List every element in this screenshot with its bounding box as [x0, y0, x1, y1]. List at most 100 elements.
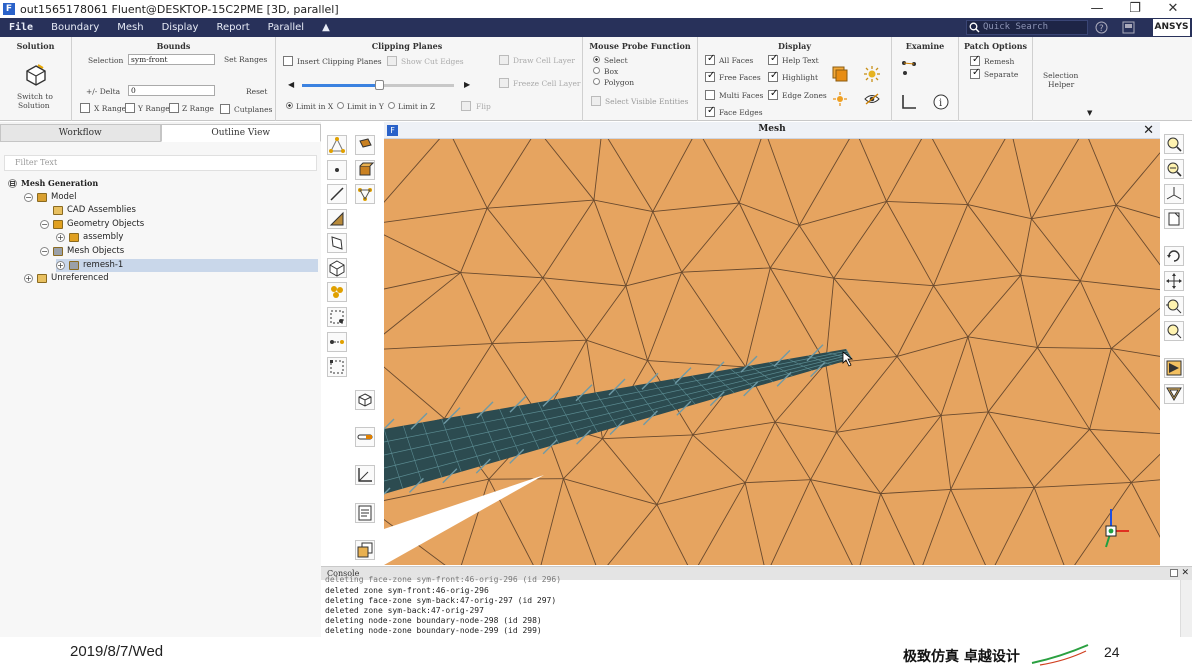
- pan-tool[interactable]: [1164, 271, 1184, 291]
- switch-to-solution-label2[interactable]: Solution: [18, 101, 50, 110]
- probe-polygon-radio[interactable]: [593, 78, 600, 85]
- switch-to-solution-label[interactable]: Switch to: [17, 92, 53, 101]
- ribbon-expand-icon[interactable]: ▼: [1087, 109, 1092, 117]
- select-network-tool[interactable]: [355, 184, 375, 204]
- restore-button[interactable]: ❐: [1116, 0, 1154, 18]
- mesh-canvas[interactable]: [384, 139, 1160, 565]
- tree-node[interactable]: ⊟ Mesh Generation: [8, 177, 318, 190]
- measure-angle-icon[interactable]: [900, 93, 918, 111]
- select-cluster-tool[interactable]: [327, 282, 347, 302]
- tree-node[interactable]: − Mesh Objects: [40, 245, 318, 258]
- expand-toggle-icon[interactable]: +: [56, 233, 65, 243]
- minimize-button[interactable]: —: [1078, 0, 1116, 18]
- limit-x-radio[interactable]: [286, 102, 293, 109]
- tab-outline-view[interactable]: Outline View: [160, 124, 321, 142]
- insert-clipping-checkbox[interactable]: [283, 56, 293, 66]
- console-scrollbar[interactable]: [1180, 580, 1192, 638]
- tree-node[interactable]: + Unreferenced: [24, 272, 318, 285]
- layout-icon[interactable]: [1122, 21, 1135, 34]
- select-object-tool[interactable]: [355, 135, 375, 155]
- select-zone-tool[interactable]: [327, 233, 347, 253]
- select-body-tool[interactable]: [355, 160, 375, 180]
- view-iso-tool[interactable]: [355, 390, 375, 410]
- selection-input[interactable]: sym-front: [128, 54, 215, 65]
- switch-to-solution-icon[interactable]: [24, 63, 48, 87]
- visibility-eye-icon[interactable]: [863, 90, 881, 108]
- expand-toggle-icon[interactable]: −: [40, 247, 49, 256]
- cutplanes-checkbox[interactable]: [220, 104, 230, 114]
- menu-report[interactable]: Report: [207, 22, 258, 33]
- zoom-box-tool[interactable]: [1164, 296, 1184, 316]
- expand-toggle-icon[interactable]: −: [24, 192, 33, 202]
- y-range-checkbox[interactable]: [125, 103, 135, 113]
- tree-node[interactable]: CAD Assemblies: [40, 204, 318, 217]
- edge-zones-checkbox[interactable]: [768, 88, 778, 100]
- select-cell-tool[interactable]: [327, 258, 347, 278]
- expand-toggle-icon[interactable]: +: [56, 260, 65, 270]
- limit-y-radio[interactable]: [337, 102, 344, 109]
- z-range-checkbox[interactable]: [169, 103, 179, 113]
- menu-display[interactable]: Display: [153, 22, 208, 33]
- set-ranges-button[interactable]: Set Ranges: [224, 55, 267, 64]
- select-box-tool[interactable]: [327, 307, 347, 327]
- probe-pointer-tool[interactable]: [355, 427, 375, 447]
- menu-parallel[interactable]: Parallel: [259, 22, 313, 33]
- collapse-ribbon-icon[interactable]: ▲: [313, 22, 339, 33]
- report-tool[interactable]: [355, 503, 375, 523]
- selection-helper-label2[interactable]: Helper: [1048, 80, 1074, 89]
- clip-slider-thumb[interactable]: [375, 80, 384, 90]
- sun-icon[interactable]: [831, 90, 849, 108]
- help-text-checkbox[interactable]: [768, 53, 778, 65]
- info-icon[interactable]: i: [932, 93, 950, 111]
- flip-checkbox[interactable]: [461, 101, 471, 111]
- show-cut-edges-checkbox[interactable]: [387, 56, 397, 66]
- delta-input[interactable]: 0: [128, 85, 215, 96]
- close-window-button[interactable]: ✕: [1154, 0, 1192, 18]
- all-faces-checkbox[interactable]: [705, 53, 715, 65]
- expand-toggle-icon[interactable]: ⊟: [8, 179, 17, 188]
- multi-faces-checkbox[interactable]: [705, 90, 715, 100]
- console-close-button[interactable]: ✕: [1181, 568, 1189, 578]
- copy-view-tool[interactable]: [355, 540, 375, 560]
- filter-text-input[interactable]: Filter Text: [4, 155, 317, 171]
- zoom-out-tool[interactable]: [1164, 159, 1184, 179]
- console-restore-button[interactable]: [1170, 569, 1178, 577]
- freeze-cell-layer-checkbox[interactable]: [499, 78, 509, 88]
- highlight-checkbox[interactable]: [768, 70, 778, 82]
- tree-node[interactable]: − Geometry Objects: [40, 218, 318, 231]
- tab-workflow[interactable]: Workflow: [0, 124, 161, 142]
- draw-cell-layer-checkbox[interactable]: [499, 55, 509, 65]
- slider-left-arrow[interactable]: ◀: [288, 81, 296, 89]
- select-connect-tool[interactable]: [327, 332, 347, 352]
- select-edge-tool[interactable]: [327, 184, 347, 204]
- select-face-tool[interactable]: [327, 209, 347, 229]
- zoom-fit-tool[interactable]: [1164, 321, 1184, 341]
- mesh-render[interactable]: [384, 139, 1160, 565]
- reset-button[interactable]: Reset: [246, 87, 267, 96]
- expand-toggle-icon[interactable]: −: [40, 219, 49, 229]
- face-color-icon[interactable]: [831, 65, 849, 83]
- mesh-window-close-button[interactable]: ✕: [1143, 122, 1154, 139]
- separate-checkbox[interactable]: [970, 67, 980, 79]
- nodes-icon[interactable]: [900, 59, 918, 77]
- remesh-checkbox[interactable]: [970, 54, 980, 66]
- limit-z-radio[interactable]: [388, 102, 395, 109]
- zoom-in-tool[interactable]: [1164, 134, 1184, 154]
- select-node-tool[interactable]: [327, 160, 347, 180]
- selection-helper-label[interactable]: Selection: [1043, 71, 1078, 80]
- probe-select-radio[interactable]: [593, 56, 600, 63]
- x-range-checkbox[interactable]: [80, 103, 90, 113]
- view-front-tool[interactable]: [1164, 358, 1184, 378]
- tree-node[interactable]: + remesh-1: [56, 258, 318, 272]
- tree-node[interactable]: + assembly: [56, 231, 318, 244]
- lighting-icon[interactable]: [863, 65, 881, 83]
- expand-toggle-icon[interactable]: +: [24, 274, 33, 284]
- help-icon[interactable]: ?: [1095, 21, 1108, 34]
- select-corner-tool[interactable]: [327, 357, 347, 377]
- menu-boundary[interactable]: Boundary: [42, 22, 108, 33]
- menu-file[interactable]: File: [0, 22, 42, 33]
- quick-search-input[interactable]: Quick Search: [966, 20, 1088, 35]
- select-vertex-tool[interactable]: [327, 135, 347, 155]
- face-edges-checkbox[interactable]: [705, 105, 715, 117]
- rotate-tool[interactable]: [1164, 246, 1184, 266]
